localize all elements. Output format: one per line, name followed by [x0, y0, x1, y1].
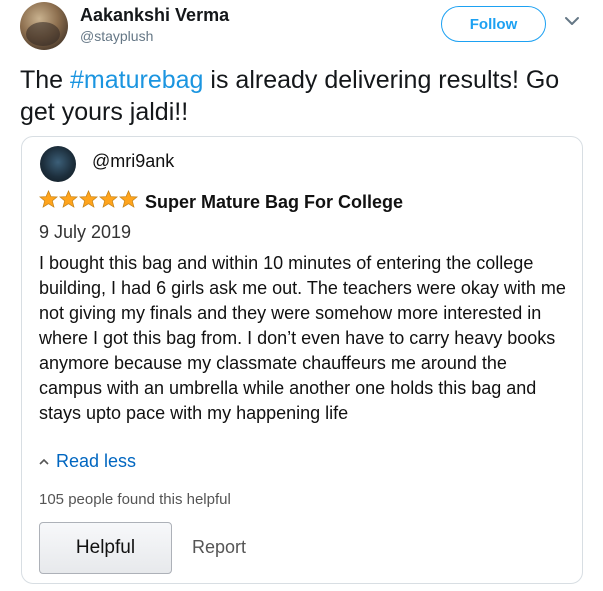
reviewer-avatar — [40, 146, 76, 182]
author-avatar[interactable] — [20, 2, 68, 50]
review-body: I bought this bag and within 10 minutes … — [39, 253, 566, 423]
review-date: 9 July 2019 — [39, 222, 132, 242]
author-handle[interactable]: @stayplush — [80, 28, 153, 44]
read-less-label[interactable]: Read less — [56, 451, 136, 472]
star-rating — [39, 190, 138, 212]
tweet-header: Aakankshi Verma @stayplush Follow — [20, 2, 590, 52]
star-icon — [79, 190, 98, 208]
star-icon — [39, 190, 58, 208]
tweet-text-start: The — [20, 66, 71, 94]
star-icon — [59, 190, 78, 208]
tweet-text: The #maturebag is already delivering res… — [20, 64, 585, 128]
review-card: @mri9ank Super Mature Bag For College 9 … — [21, 136, 583, 584]
report-link[interactable]: Report — [192, 537, 246, 558]
chevron-down-icon[interactable] — [563, 12, 581, 30]
helpful-count: 105 people found this helpful — [39, 491, 231, 508]
author-name[interactable]: Aakankshi Verma — [80, 5, 229, 26]
review-title: Super Mature Bag For College — [145, 192, 404, 212]
chevron-up-icon — [39, 458, 49, 465]
helpful-button[interactable]: Helpful — [39, 522, 172, 574]
reviewer-handle: @mri9ank — [92, 151, 175, 171]
star-icon — [119, 190, 138, 208]
star-icon — [99, 190, 118, 208]
follow-button[interactable]: Follow — [441, 6, 546, 42]
read-less-link[interactable]: Read less — [39, 451, 136, 472]
hashtag-link[interactable]: #maturebag — [70, 66, 203, 94]
